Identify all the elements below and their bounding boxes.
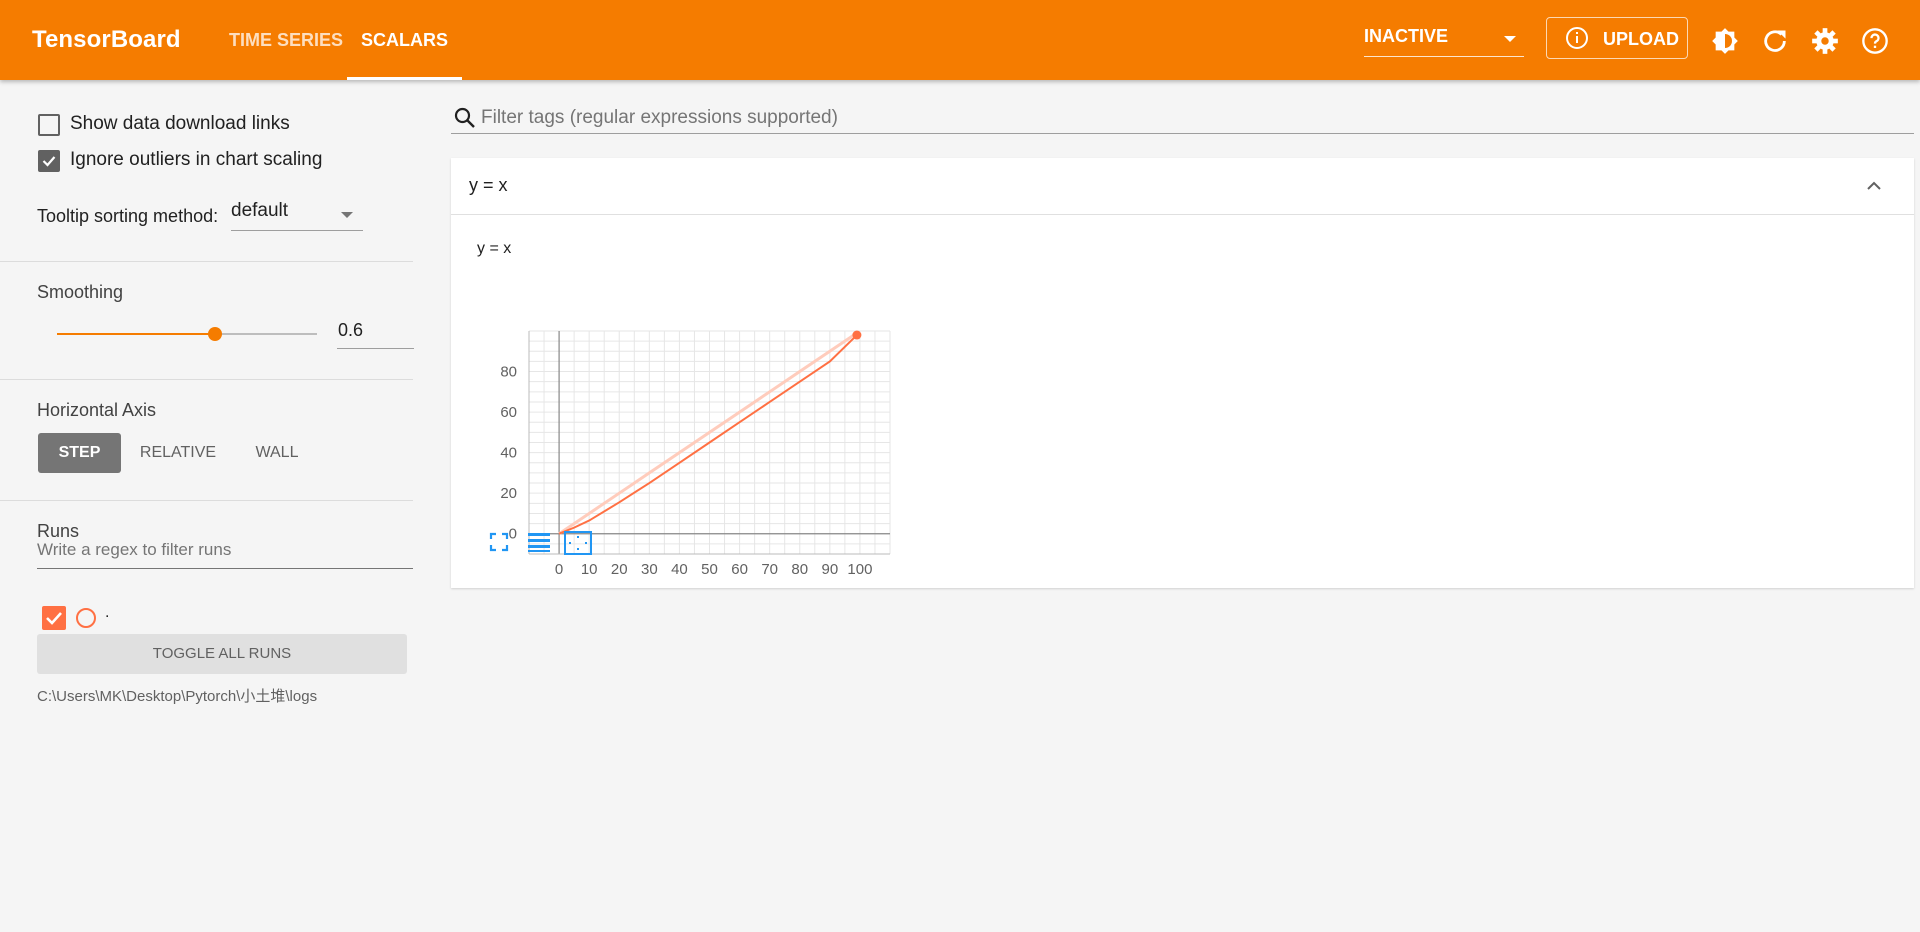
reload-status-value: INACTIVE — [1364, 26, 1449, 46]
x-tick-label: 10 — [581, 561, 598, 578]
y-tick-label: 40 — [500, 445, 517, 462]
tooltip-sorting-select[interactable]: default — [231, 200, 363, 231]
settings-icon[interactable] — [1811, 27, 1839, 55]
x-tick-label: 50 — [701, 561, 718, 578]
tooltip-sorting-label: Tooltip sorting method: — [37, 206, 219, 226]
refresh-icon[interactable] — [1761, 27, 1789, 55]
ignore-outliers-checkbox[interactable] — [38, 150, 60, 172]
show-download-links-checkbox[interactable] — [38, 114, 60, 136]
tag-filter-placeholder: Filter tags (regular expressions support… — [481, 107, 838, 128]
scalar-chart[interactable]: 0 10 20 30 40 50 60 70 80 90 100020406080 — [451, 258, 891, 688]
chart-title: y = x — [477, 240, 512, 257]
run-checkbox[interactable] — [42, 606, 66, 630]
fit-domain-icon[interactable] — [563, 530, 593, 556]
divider — [0, 500, 413, 501]
upload-button[interactable]: UPLOAD — [1546, 17, 1688, 59]
logdir-path: C:\Users\MK\Desktop\Pytorch\小土堆\logs — [37, 688, 318, 705]
x-tick-label: 90 — [821, 561, 838, 578]
tooltip-sorting-value: default — [231, 200, 289, 221]
run-color-indicator[interactable] — [76, 608, 96, 628]
upload-label: UPLOAD — [1603, 29, 1679, 49]
smoothing-slider[interactable] — [57, 327, 317, 341]
axis-step-button[interactable]: STEP — [38, 433, 121, 473]
runs-title: Runs — [37, 521, 80, 541]
x-tick-label: 80 — [791, 561, 808, 578]
axis-wall-button[interactable]: WALL — [239, 433, 315, 473]
smoothing-slider-thumb[interactable] — [208, 327, 222, 341]
axis-relative-button[interactable]: RELATIVE — [133, 433, 223, 473]
y-tick-label: 20 — [500, 485, 517, 502]
run-name: . — [105, 604, 110, 621]
help-icon[interactable] — [1861, 27, 1889, 55]
sidebar: Show data download links Ignore outliers… — [0, 80, 414, 932]
ignore-outliers-label: Ignore outliers in chart scaling — [70, 149, 323, 170]
brightness-icon[interactable] — [1711, 27, 1739, 55]
search-icon — [454, 107, 475, 128]
log-scale-icon[interactable] — [525, 530, 553, 554]
smoothing-title: Smoothing — [37, 282, 124, 302]
smoothing-slider-fill — [57, 333, 215, 335]
x-tick-label: 20 — [611, 561, 628, 578]
card-header[interactable]: y = x — [451, 158, 1914, 215]
top-toolbar: TensorBoard TIME SERIES SCALARS INACTIVE… — [0, 0, 1920, 80]
tab-time-series[interactable]: TIME SERIES — [229, 0, 343, 80]
x-tick-label: 0 — [555, 561, 563, 578]
series-last-point — [852, 330, 862, 340]
card-title: y = x — [469, 175, 508, 195]
chevron-down-icon — [341, 212, 353, 218]
app-brand: TensorBoard — [32, 26, 181, 53]
smoothing-value-input[interactable]: 0.6 — [337, 320, 414, 349]
check-icon — [46, 612, 62, 625]
reload-status-select[interactable]: INACTIVE — [1364, 26, 1524, 57]
tag-filter-input[interactable]: Filter tags (regular expressions support… — [451, 103, 1914, 134]
y-tick-label: 80 — [500, 364, 517, 381]
x-tick-label: 70 — [761, 561, 778, 578]
x-tick-label: 60 — [731, 561, 748, 578]
x-tick-label: 30 — [641, 561, 658, 578]
tab-scalars[interactable]: SCALARS — [346, 0, 463, 80]
chevron-down-icon — [1504, 36, 1516, 42]
runs-filter-input[interactable]: Write a regex to filter runs — [37, 540, 413, 569]
x-tick-label: 40 — [671, 561, 688, 578]
check-icon — [42, 156, 56, 167]
divider — [0, 379, 413, 380]
y-tick-label: 60 — [500, 404, 517, 421]
scalar-card: y = x y = x 0 10 20 30 40 50 60 70 80 90 100 0 20 40 6… — [451, 158, 1914, 588]
info-icon — [1566, 27, 1588, 49]
toggle-all-runs-button[interactable]: TOGGLE ALL RUNS — [37, 634, 407, 674]
chevron-up-icon[interactable] — [1864, 176, 1884, 196]
show-download-links-label: Show data download links — [70, 113, 290, 134]
horizontal-axis-title: Horizontal Axis — [37, 400, 157, 420]
x-tick-label: 100 — [847, 561, 872, 578]
fullscreen-icon[interactable] — [487, 530, 511, 554]
divider — [0, 261, 413, 262]
